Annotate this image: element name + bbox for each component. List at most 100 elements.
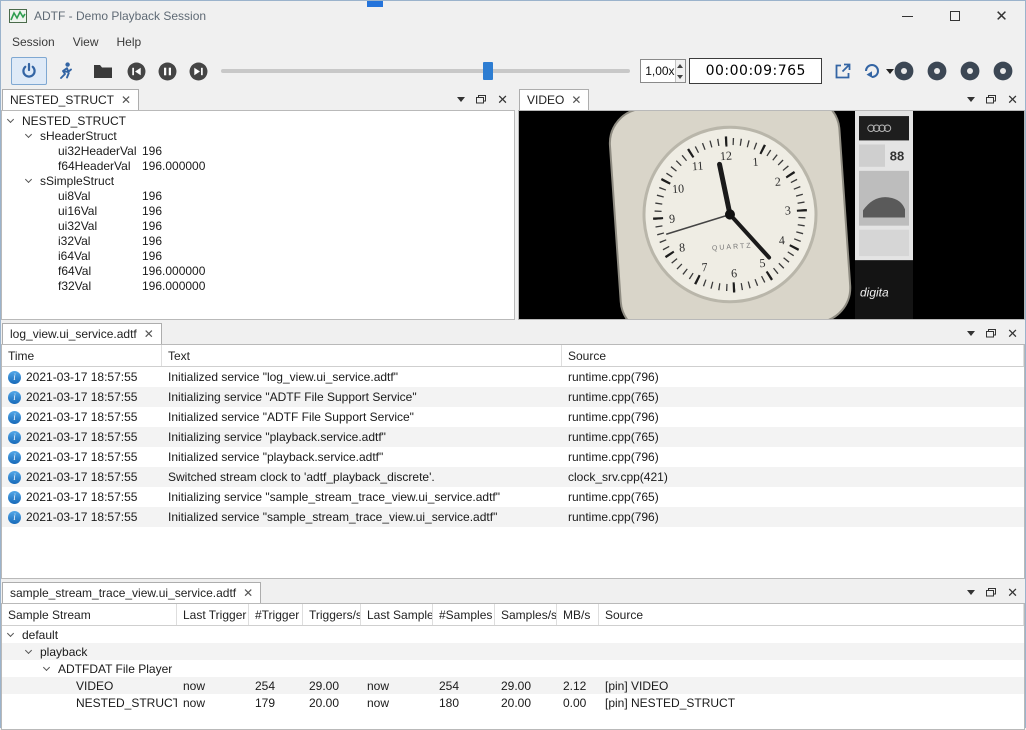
log-column-text[interactable]: Text [162, 345, 562, 366]
tab-close-icon[interactable]: ✕ [571, 94, 581, 106]
tree-row[interactable]: i32Val196 [2, 233, 514, 248]
tree-expander-icon[interactable] [7, 116, 14, 123]
tree-row[interactable]: ui16Val196 [2, 203, 514, 218]
panel-menu-button[interactable] [967, 97, 975, 102]
open-file-button[interactable] [91, 58, 117, 84]
pause-button[interactable] [156, 60, 178, 82]
log-row[interactable]: i2021-03-17 18:57:55Initialized service … [2, 507, 1024, 527]
panel-float-button[interactable] [986, 95, 996, 104]
step-forward-button[interactable] [187, 60, 209, 82]
log-row[interactable]: i2021-03-17 18:57:55Initialized service … [2, 367, 1024, 387]
panel-close-button[interactable]: ✕ [1007, 586, 1018, 599]
log-column-time[interactable]: Time [2, 345, 162, 366]
toolbar-circle-button-2[interactable] [927, 61, 947, 81]
trace-row[interactable]: VIDEOnow25429.00now25429.002.12[pin] VID… [2, 677, 1024, 694]
close-button[interactable]: ✕ [978, 1, 1025, 31]
timeline-slider[interactable] [221, 61, 630, 81]
tab-log-view[interactable]: log_view.ui_service.adtf ✕ [2, 323, 162, 344]
tree-item-value: 196.000000 [142, 159, 205, 173]
tree-row[interactable]: sSimpleStruct [2, 173, 514, 188]
trace-column-last-sample[interactable]: Last Sample [361, 604, 433, 625]
log-panel: log_view.ui_service.adtf ✕ ✕ Time Text S… [1, 323, 1025, 579]
run-button[interactable] [49, 57, 81, 85]
slider-handle[interactable] [483, 62, 493, 80]
time-display[interactable]: 00:00:09:765 [689, 58, 822, 84]
minimize-button[interactable] [884, 1, 931, 31]
tree-row[interactable]: ui8Val196 [2, 188, 514, 203]
log-column-source[interactable]: Source [562, 345, 1024, 366]
menu-help[interactable]: Help [108, 32, 151, 52]
loop-dropdown-button[interactable] [886, 69, 894, 74]
trace-column-trigger-count[interactable]: #Trigger [249, 604, 303, 625]
trace-row[interactable]: NESTED_STRUCTnow17920.00now18020.000.00[… [2, 694, 1024, 711]
tab-close-icon[interactable]: ✕ [121, 94, 131, 106]
menu-view[interactable]: View [64, 32, 108, 52]
trace-cell [599, 643, 1024, 660]
panel-float-button[interactable] [476, 95, 486, 104]
tree-row[interactable]: ui32HeaderVal196 [2, 143, 514, 158]
tree-expander-icon[interactable] [25, 131, 32, 138]
tab-nested-struct[interactable]: NESTED_STRUCT ✕ [2, 89, 139, 110]
tree-expander-icon[interactable] [25, 176, 32, 183]
panel-float-button[interactable] [986, 329, 996, 338]
log-tabbar: log_view.ui_service.adtf ✕ ✕ [1, 323, 1025, 344]
panel-menu-button[interactable] [967, 590, 975, 595]
slider-track[interactable] [221, 69, 630, 73]
trace-cell: 254 [249, 677, 303, 694]
tab-close-icon[interactable]: ✕ [144, 328, 154, 340]
tree-row[interactable]: f64Val196.000000 [2, 263, 514, 278]
panel-menu-button[interactable] [967, 331, 975, 336]
toolbar-circle-button-1[interactable] [894, 61, 914, 81]
trace-column-mb-per-s[interactable]: MB/s [557, 604, 599, 625]
speed-value[interactable]: 1,00x [641, 60, 674, 82]
speed-up-button[interactable] [676, 60, 686, 71]
tree-expander-icon[interactable] [43, 664, 50, 671]
speed-down-button[interactable] [676, 71, 686, 82]
panel-menu-button[interactable] [457, 97, 465, 102]
log-row[interactable]: i2021-03-17 18:57:55Initializing service… [2, 427, 1024, 447]
up-arrow-icon [677, 64, 683, 68]
log-row[interactable]: i2021-03-17 18:57:55Initialized service … [2, 447, 1024, 467]
panel-float-button[interactable] [986, 588, 996, 597]
trace-column-sample-count[interactable]: #Samples [433, 604, 495, 625]
trace-column-last-trigger[interactable]: Last Trigger [177, 604, 249, 625]
log-row[interactable]: i2021-03-17 18:57:55Initializing service… [2, 487, 1024, 507]
toolbar-circle-button-4[interactable] [993, 61, 1013, 81]
trace-column-source[interactable]: Source [599, 604, 1024, 625]
tree-row[interactable]: f64HeaderVal196.000000 [2, 158, 514, 173]
power-button[interactable] [11, 57, 47, 85]
log-row[interactable]: i2021-03-17 18:57:55Initializing service… [2, 387, 1024, 407]
tab-close-icon[interactable]: ✕ [243, 587, 253, 599]
trace-row[interactable]: playback [2, 643, 1024, 660]
rewind-button[interactable] [125, 60, 147, 82]
trace-row[interactable]: default [2, 626, 1024, 643]
trace-column-sample-stream[interactable]: Sample Stream [2, 604, 177, 625]
trace-cell [249, 660, 303, 677]
maximize-button[interactable] [931, 1, 978, 31]
log-time-text: 2021-03-17 18:57:55 [26, 490, 137, 504]
tab-video[interactable]: VIDEO ✕ [519, 89, 589, 110]
trace-stream-label: ADTFDAT File Player [58, 662, 172, 676]
tree-expander-icon[interactable] [7, 630, 14, 637]
tree-expander-icon[interactable] [25, 647, 32, 654]
tree-row[interactable]: sHeaderStruct [2, 128, 514, 143]
loop-button[interactable] [860, 59, 884, 83]
tree-row[interactable]: i64Val196 [2, 248, 514, 263]
panel-close-button[interactable]: ✕ [1007, 93, 1018, 106]
trace-column-triggers-per-s[interactable]: Triggers/s [303, 604, 361, 625]
tree-row[interactable]: f32Val196.000000 [2, 278, 514, 293]
speed-spinbox[interactable]: 1,00x [640, 59, 686, 83]
trace-column-samples-per-s[interactable]: Samples/s [495, 604, 557, 625]
detach-button[interactable] [831, 59, 855, 83]
tree-row[interactable]: ui32Val196 [2, 218, 514, 233]
menu-session[interactable]: Session [3, 32, 64, 52]
panel-close-button[interactable]: ✕ [1007, 327, 1018, 340]
tree-row[interactable]: NESTED_STRUCT [2, 113, 514, 128]
panel-close-button[interactable]: ✕ [497, 93, 508, 106]
trace-row[interactable]: ADTFDAT File Player [2, 660, 1024, 677]
tab-trace-view[interactable]: sample_stream_trace_view.ui_service.adtf… [2, 582, 261, 603]
toolbar-circle-button-3[interactable] [960, 61, 980, 81]
log-row[interactable]: i2021-03-17 18:57:55Initialized service … [2, 407, 1024, 427]
trace-stream-label: playback [40, 645, 87, 659]
log-row[interactable]: i2021-03-17 18:57:55Switched stream cloc… [2, 467, 1024, 487]
